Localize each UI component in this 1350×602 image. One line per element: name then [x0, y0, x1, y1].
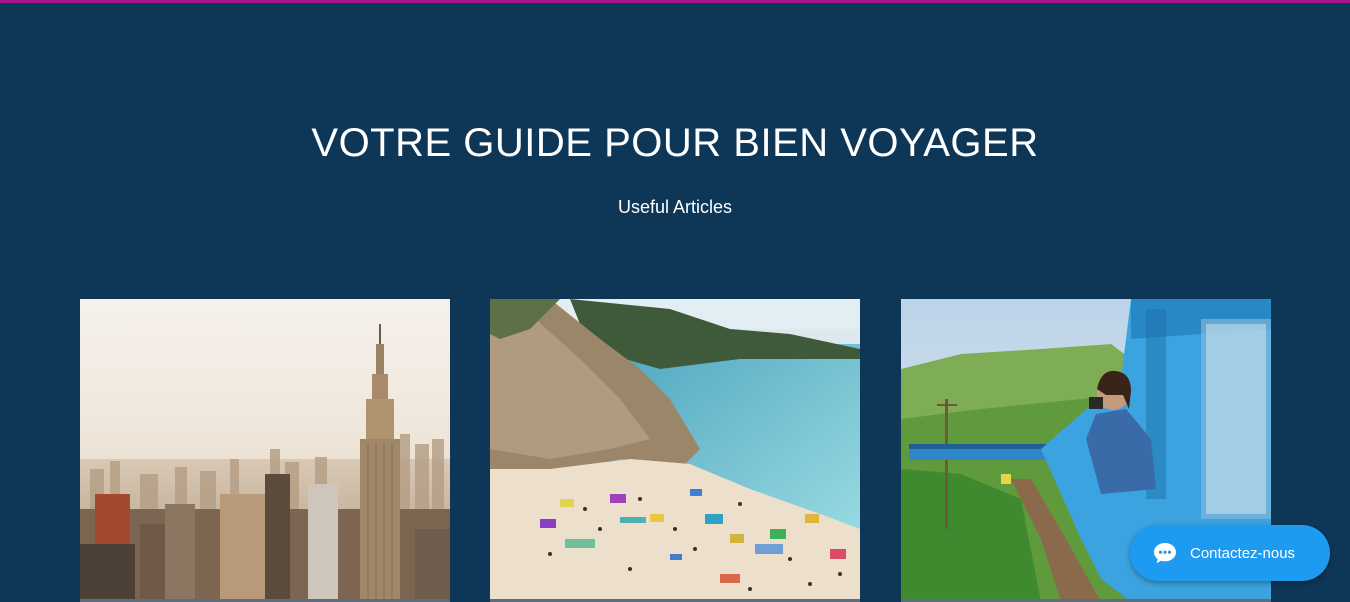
chat-bubble-icon: [1154, 543, 1176, 563]
contact-chat-button[interactable]: Contactez-nous: [1130, 525, 1330, 581]
article-card-beach[interactable]: [490, 299, 860, 602]
top-accent-bar: [0, 0, 1350, 3]
city-skyline-image: [80, 299, 450, 602]
page-title: VOTRE GUIDE POUR BIEN VOYAGER: [311, 121, 1039, 165]
page-subtitle: Useful Articles: [617, 197, 733, 217]
beach-cove-image: [490, 299, 860, 602]
chat-button-label: Contactez-nous: [1190, 544, 1296, 562]
article-card-city[interactable]: [80, 299, 450, 602]
